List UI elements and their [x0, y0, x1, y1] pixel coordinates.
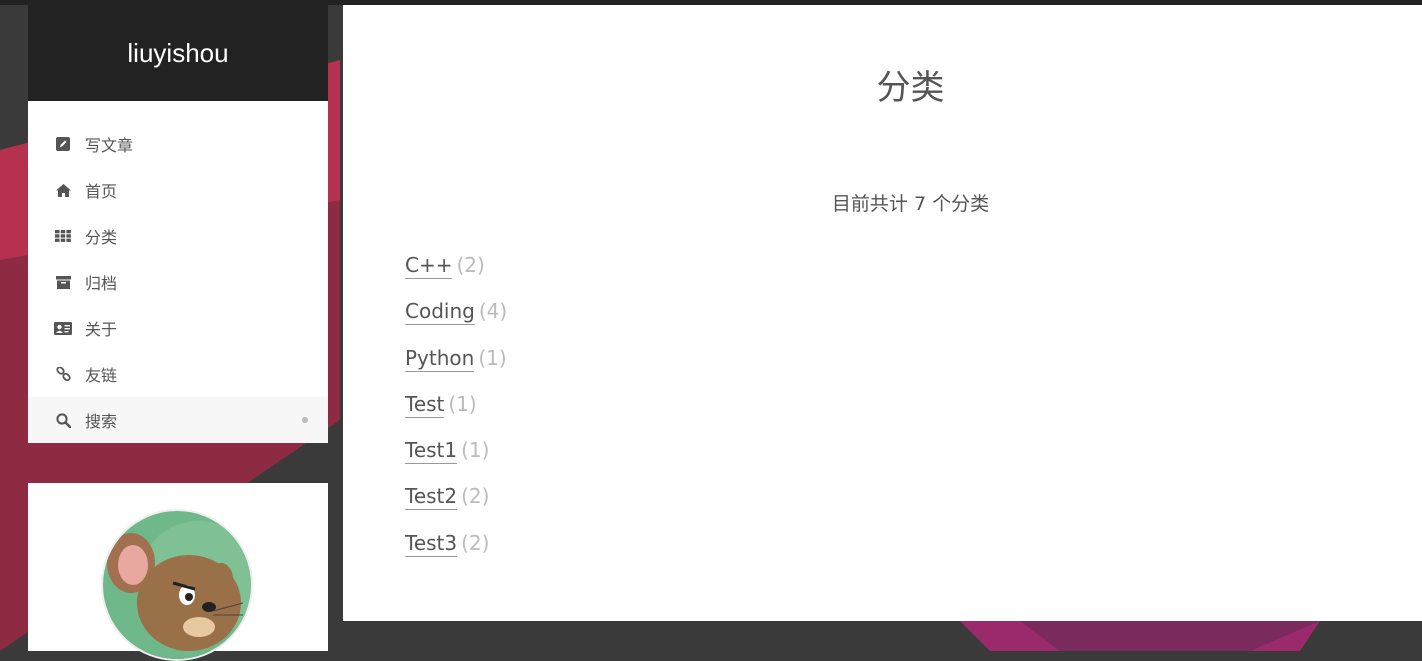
category-link[interactable]: Test1	[405, 438, 458, 465]
menu-item-archive[interactable]: 归档	[28, 259, 328, 305]
category-count: (2)	[456, 253, 485, 277]
category-count: (2)	[461, 530, 490, 555]
active-indicator-dot	[302, 417, 308, 423]
category-count: (1)	[461, 438, 490, 463]
category-link[interactable]: Python	[405, 345, 475, 372]
main-content: 分类 目前共计 7 个分类 C++ (2) Coding (4) Python (1)…	[343, 5, 1422, 621]
menu-item-home[interactable]: 首页	[28, 167, 328, 213]
category-item: Test1 (1)	[405, 438, 507, 484]
site-title[interactable]: liuyishou	[127, 38, 228, 69]
sidebar-menu: 写文章 首页 分类 归档 关于 友链 搜索	[28, 101, 328, 443]
menu-item-search[interactable]: 搜索	[28, 397, 328, 443]
category-item: Test2 (2)	[405, 484, 507, 530]
menu-item-label: 关于	[85, 320, 118, 339]
menu-item-about[interactable]: 关于	[28, 305, 328, 351]
search-icon	[54, 411, 72, 429]
category-count: (1)	[478, 345, 507, 370]
link-icon	[54, 365, 72, 383]
category-link[interactable]: C++	[405, 253, 453, 279]
category-link[interactable]: Test	[405, 391, 445, 418]
avatar[interactable]	[101, 509, 253, 661]
category-count: (1)	[448, 391, 477, 416]
category-link[interactable]: Test2	[405, 484, 458, 511]
menu-item-categories[interactable]: 分类	[28, 213, 328, 259]
category-item: Coding (4)	[405, 299, 507, 345]
category-count: (4)	[478, 299, 508, 324]
sidebar: liuyishou 写文章 首页 分类 归档 关于 友链 搜索	[28, 5, 328, 443]
archive-icon	[54, 273, 72, 291]
category-summary: 目前共计 7 个分类	[831, 193, 990, 215]
category-item: C++ (2)	[405, 253, 507, 299]
author-card	[28, 483, 328, 661]
page-title: 分类	[876, 68, 945, 108]
category-link[interactable]: Coding	[405, 299, 475, 326]
menu-item-write[interactable]: 写文章	[28, 121, 328, 167]
th-icon	[54, 227, 72, 245]
category-item: Python (1)	[405, 345, 507, 392]
menu-item-label: 首页	[85, 182, 118, 201]
home-icon	[54, 181, 72, 199]
menu-item-links[interactable]: 友链	[28, 351, 328, 397]
category-item: Test (1)	[405, 391, 507, 438]
menu-item-label: 归档	[85, 274, 118, 293]
site-brand[interactable]: liuyishou	[28, 5, 328, 101]
avatar-image	[103, 511, 251, 659]
menu-item-label: 搜索	[85, 412, 118, 431]
menu-item-label: 友链	[85, 366, 118, 385]
menu-item-label: 分类	[85, 228, 118, 247]
id-card-icon	[54, 319, 72, 337]
edit-icon	[54, 135, 72, 153]
menu-item-label: 写文章	[85, 136, 134, 155]
category-list: C++ (2) Coding (4) Python (1) Test (1) Test1…	[405, 253, 507, 577]
category-link[interactable]: Test3	[405, 530, 458, 557]
category-item: Test3 (2)	[405, 530, 507, 577]
category-count: (2)	[461, 484, 490, 509]
